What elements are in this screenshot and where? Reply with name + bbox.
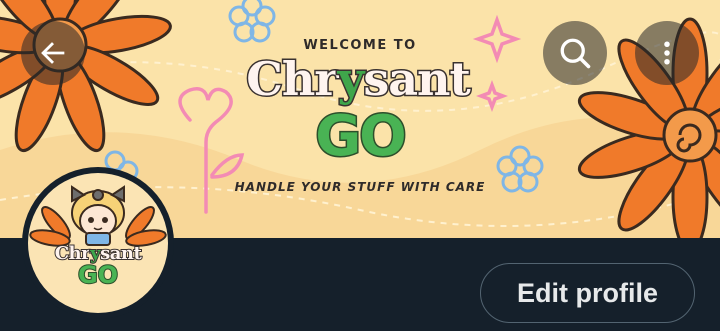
brand-y: y [336,51,366,108]
search-icon [560,38,591,69]
back-button[interactable] [21,21,85,85]
avatar-image: Chrysant GO [28,173,168,313]
more-options-button[interactable] [635,21,699,85]
more-vertical-icon [664,41,670,65]
banner-welcome-text: WELCOME TO [303,38,417,53]
edit-profile-button[interactable]: Edit profile [480,263,695,323]
banner-brand-name: Chrysant [238,51,478,108]
brand-suffix: sant [362,51,472,108]
search-button[interactable] [543,21,607,85]
brand-prefix: Chr [245,51,340,108]
banner-tagline: HANDLE YOUR STUFF WITH CARE [234,180,486,194]
arrow-left-icon [41,42,65,64]
avatar-go-text: GO [77,260,119,290]
avatar[interactable]: Chrysant GO [22,167,174,319]
banner-go-text: GO [314,103,409,171]
